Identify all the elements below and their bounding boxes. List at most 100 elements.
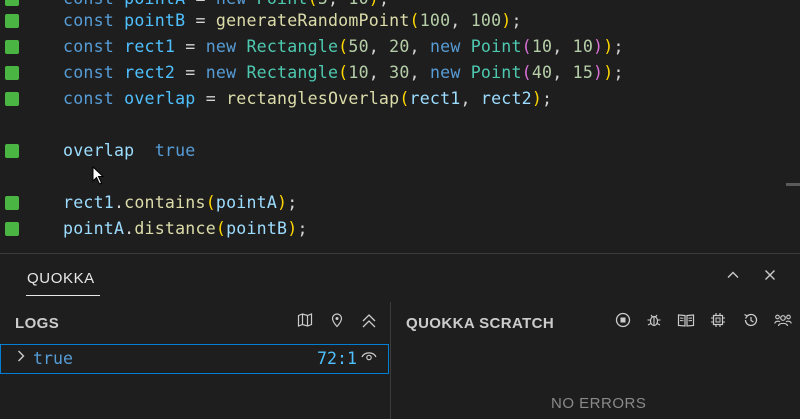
tab-quokka[interactable]: QUOKKA: [27, 270, 95, 287]
code-token: pointA: [63, 219, 125, 238]
code-line[interactable]: [0, 164, 800, 190]
code-token: 100: [470, 11, 502, 30]
scrollbar-marker[interactable]: [786, 183, 800, 186]
close-icon[interactable]: [758, 266, 782, 290]
collapse-all-icon[interactable]: [358, 312, 380, 334]
active-tab-indicator: [26, 295, 100, 296]
coverage-indicator: [5, 222, 19, 236]
panel-header: QUOKKA: [0, 254, 800, 302]
code-token: 15: [572, 63, 594, 82]
code-line[interactable]: const rect2 = new Rectangle(10, 30, new …: [0, 60, 800, 86]
code-token: rect2: [124, 63, 176, 82]
code-token: ,: [368, 37, 390, 56]
code-token: (: [409, 11, 420, 30]
code-token: pointB: [226, 219, 288, 238]
code-token: ): [531, 89, 543, 108]
code-token: (: [338, 37, 349, 56]
code-text: rect1.contains(pointA);: [63, 192, 297, 214]
code-token: ): [603, 37, 614, 56]
bug-icon[interactable]: [643, 312, 665, 334]
code-token: overlap: [124, 89, 196, 108]
book-icon[interactable]: [675, 312, 697, 334]
stop-icon[interactable]: [612, 312, 634, 334]
code-token: new: [216, 0, 257, 8]
coverage-indicator: [5, 144, 19, 158]
logs-title: LOGS: [15, 315, 60, 332]
code-token: (: [205, 193, 216, 212]
code-editor[interactable]: const pointA = new Point(5, 10);const po…: [0, 0, 800, 253]
code-token: ): [593, 63, 604, 82]
code-token: contains: [124, 193, 206, 212]
coverage-indicator: [5, 196, 19, 210]
code-text: overlap true: [63, 140, 196, 162]
quokka-scratch-title: QUOKKA SCRATCH: [406, 315, 555, 332]
code-token: ,: [552, 37, 573, 56]
quokka-scratch-pane: QUOKKA SCRATCH NO ERRORS: [391, 302, 800, 419]
code-token: pointA: [124, 0, 185, 8]
code-line[interactable]: overlap true: [0, 138, 800, 164]
no-errors-message: NO ERRORS: [551, 395, 647, 412]
code-token: Point: [470, 63, 522, 82]
community-icon[interactable]: [772, 312, 794, 334]
code-token: 10: [572, 37, 594, 56]
logs-pane: LOGS true 72:1: [0, 302, 391, 419]
eye-icon[interactable]: [361, 349, 377, 367]
code-token: (: [521, 37, 532, 56]
code-token: ,: [552, 63, 573, 82]
code-token: ): [277, 193, 288, 212]
code-text: const pointB = generateRandomPoint(100, …: [63, 10, 522, 32]
code-token: rect1: [409, 89, 461, 108]
code-text: pointA.distance(pointB);: [63, 218, 308, 240]
chevron-right-icon[interactable]: [15, 348, 27, 368]
code-token: new: [205, 63, 247, 82]
code-token: ): [593, 37, 604, 56]
code-token: ;: [379, 0, 389, 8]
code-token: Rectangle: [246, 37, 339, 56]
code-token: const: [63, 89, 125, 108]
code-token: const: [63, 11, 125, 30]
log-value: true: [33, 349, 73, 368]
code-token: ,: [328, 0, 348, 8]
code-line[interactable]: [0, 112, 800, 138]
code-token: ): [603, 63, 614, 82]
code-line[interactable]: const overlap = rectanglesOverlap(rect1,…: [0, 86, 800, 112]
code-token: ;: [613, 63, 624, 82]
code-token: =: [195, 89, 227, 108]
code-token: (: [338, 63, 349, 82]
code-token: new: [429, 37, 471, 56]
code-token: =: [175, 37, 206, 56]
code-token: generateRandomPoint: [215, 11, 410, 30]
coverage-indicator: [5, 66, 19, 80]
code-line[interactable]: pointA.distance(pointB);: [0, 216, 800, 242]
mouse-cursor-icon: [92, 166, 105, 185]
chevron-up-icon[interactable]: [721, 266, 745, 290]
code-token: distance: [134, 219, 216, 238]
map-icon[interactable]: [294, 312, 316, 334]
code-token: new: [205, 37, 247, 56]
code-line[interactable]: rect1.contains(pointA);: [0, 190, 800, 216]
code-token: .: [124, 219, 135, 238]
location-pin-icon[interactable]: [326, 312, 348, 334]
code-token: rect1: [63, 193, 114, 212]
code-line[interactable]: const pointB = generateRandomPoint(100, …: [0, 8, 800, 34]
code-line[interactable]: const rect1 = new Rectangle(50, 20, new …: [0, 34, 800, 60]
code-token: ,: [368, 63, 390, 82]
code-token: pointB: [124, 11, 186, 30]
code-token: const: [63, 0, 124, 8]
code-token: 10: [348, 63, 369, 82]
code-text: const rect1 = new Rectangle(50, 20, new …: [63, 36, 624, 58]
code-token: .: [113, 193, 125, 212]
code-token: rectanglesOverlap: [226, 89, 400, 108]
chip-icon[interactable]: [707, 312, 729, 334]
code-token: 30: [389, 63, 410, 82]
coverage-indicator: [5, 40, 19, 54]
code-token: rect2: [480, 89, 532, 108]
log-entry[interactable]: true 72:1: [0, 344, 389, 374]
code-token: =: [185, 11, 216, 30]
code-token: 20: [389, 37, 410, 56]
code-token: new: [429, 63, 471, 82]
code-token: const: [63, 37, 125, 56]
log-location-link[interactable]: 72:1: [317, 349, 357, 368]
history-icon[interactable]: [740, 312, 762, 334]
